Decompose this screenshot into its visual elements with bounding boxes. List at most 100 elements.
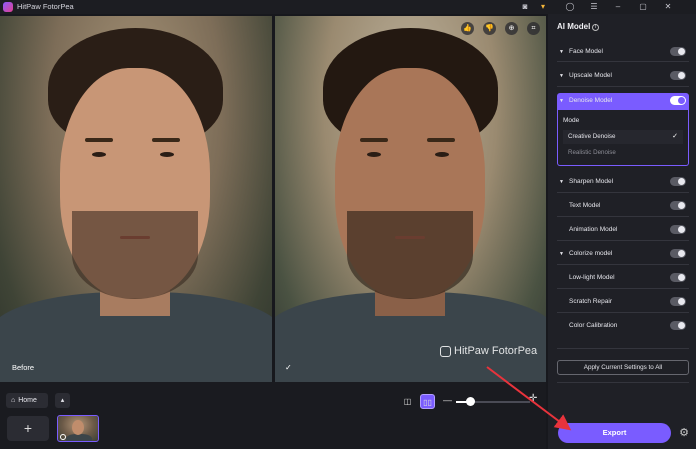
divider: [557, 382, 689, 383]
chevron-up-icon: ▴: [60, 397, 65, 404]
split-view-icon[interactable]: ◫: [400, 394, 415, 409]
scratch-repair-toggle[interactable]: [670, 297, 686, 306]
beard: [347, 211, 473, 299]
close-icon[interactable]: ✕: [662, 1, 674, 13]
home-button[interactable]: ⌂ Home: [6, 393, 48, 408]
divider: [557, 288, 689, 289]
left-eye: [92, 152, 106, 157]
divider: [557, 264, 689, 265]
model-label: Animation Model: [569, 226, 618, 233]
compare-view-icon[interactable]: ▯▯: [420, 394, 435, 409]
mode-title: Mode: [563, 117, 580, 124]
caret-down-icon[interactable]: ▼: [559, 251, 564, 257]
model-row-upscale[interactable]: ▼ Upscale Model: [557, 68, 689, 84]
crop-icon[interactable]: ⌗: [527, 22, 540, 35]
model-label: Scratch Repair: [569, 298, 612, 305]
mouth: [120, 236, 150, 239]
zoom-out-icon[interactable]: —: [443, 395, 452, 405]
divider: [557, 216, 689, 217]
panel-title: AI Model i: [557, 22, 600, 31]
zoom-in-icon[interactable]: ⊕: [505, 22, 518, 35]
model-row-scratch[interactable]: Scratch Repair: [557, 294, 689, 310]
thumb-shirt: [66, 434, 92, 441]
divider: [557, 61, 689, 62]
right-eye: [160, 152, 174, 157]
image-thumbnail[interactable]: [57, 415, 99, 442]
cart-icon[interactable]: ▾: [537, 1, 549, 13]
app-title: HitPaw FotorPea: [17, 2, 74, 11]
discord-icon[interactable]: ◙: [519, 1, 531, 13]
model-row-animation[interactable]: Animation Model: [557, 222, 689, 238]
right-brow: [427, 138, 455, 142]
caret-down-icon[interactable]: ▼: [559, 98, 564, 104]
colorize-model-toggle[interactable]: [670, 249, 686, 258]
model-row-text[interactable]: Text Model: [557, 198, 689, 214]
model-label: Color Calibration: [569, 322, 618, 329]
home-label: Home: [18, 397, 37, 404]
before-preview[interactable]: Before: [0, 16, 272, 382]
divider: [557, 348, 689, 349]
model-row-denoise[interactable]: ▼ Denoise Model: [557, 93, 689, 110]
model-row-face[interactable]: ▼ Face Model: [557, 44, 689, 60]
mode-option-realistic[interactable]: Realistic Denoise: [563, 146, 683, 160]
beard: [72, 211, 198, 299]
model-label: Upscale Model: [569, 72, 612, 79]
model-label: Face Model: [569, 48, 603, 55]
lowlight-model-toggle[interactable]: [670, 273, 686, 282]
model-label: Colorize model: [569, 250, 613, 257]
minimize-icon[interactable]: –: [612, 1, 624, 13]
divider: [557, 192, 689, 193]
face-model-toggle[interactable]: [670, 47, 686, 56]
divider: [557, 86, 689, 87]
left-eye: [367, 152, 381, 157]
like-icon[interactable]: 👍: [461, 22, 474, 35]
divider: [557, 312, 689, 313]
before-photo: [0, 16, 272, 382]
text-model-toggle[interactable]: [670, 201, 686, 210]
dislike-icon[interactable]: 👎: [483, 22, 496, 35]
right-eye: [435, 152, 449, 157]
color-calibration-toggle[interactable]: [670, 321, 686, 330]
gear-icon[interactable]: ⚙: [677, 426, 691, 440]
divider: [557, 240, 689, 241]
model-row-lowlight[interactable]: Low-light Model: [557, 270, 689, 286]
model-label: Text Model: [569, 202, 601, 209]
info-icon[interactable]: i: [592, 24, 600, 31]
panel-title-text: AI Model: [557, 22, 591, 31]
after-preview[interactable]: ✓: [275, 16, 546, 382]
caret-down-icon[interactable]: ▼: [559, 179, 564, 185]
left-brow: [85, 138, 113, 142]
sharpen-model-toggle[interactable]: [670, 177, 686, 186]
mode-option-creative[interactable]: Creative Denoise ✓: [563, 130, 683, 144]
right-brow: [152, 138, 180, 142]
caret-down-icon[interactable]: ▼: [559, 49, 564, 55]
after-photo: [275, 16, 546, 382]
caret-down-icon[interactable]: ▼: [559, 73, 564, 79]
animation-model-toggle[interactable]: [670, 225, 686, 234]
export-button[interactable]: Export: [558, 423, 671, 443]
watermark: HitPaw FotorPea: [440, 345, 537, 357]
menu-icon[interactable]: ☰: [588, 1, 600, 13]
before-label: Before: [12, 363, 35, 372]
maximize-icon[interactable]: ▢: [637, 1, 649, 13]
apply-settings-button[interactable]: Apply Current Settings to All: [557, 360, 689, 375]
model-row-sharpen[interactable]: ▼ Sharpen Model: [557, 174, 689, 190]
title-bar: HitPaw FotorPea ◙ ▾ ◯ ☰ – ▢ ✕: [0, 0, 696, 14]
zoom-in-plus-icon[interactable]: ✛: [529, 393, 537, 404]
model-row-color-calibration[interactable]: Color Calibration: [557, 318, 689, 334]
app-logo-icon: [3, 2, 13, 12]
model-row-colorize[interactable]: ▼ Colorize model: [557, 246, 689, 262]
account-icon[interactable]: ◯: [564, 1, 576, 13]
model-label: Sharpen Model: [569, 178, 614, 185]
upscale-model-toggle[interactable]: [670, 71, 686, 80]
mouth: [395, 236, 425, 239]
thumbnail-status-icon: [60, 434, 66, 440]
check-icon: ✓: [672, 133, 678, 140]
mode-option-label: Realistic Denoise: [568, 149, 616, 156]
add-image-button[interactable]: +: [7, 416, 49, 441]
after-check-icon: ✓: [285, 363, 292, 372]
denoise-model-toggle[interactable]: [670, 96, 686, 105]
thumb-head: [72, 420, 84, 435]
home-icon: ⌂: [11, 397, 16, 404]
collapse-button[interactable]: ▴: [55, 393, 70, 408]
